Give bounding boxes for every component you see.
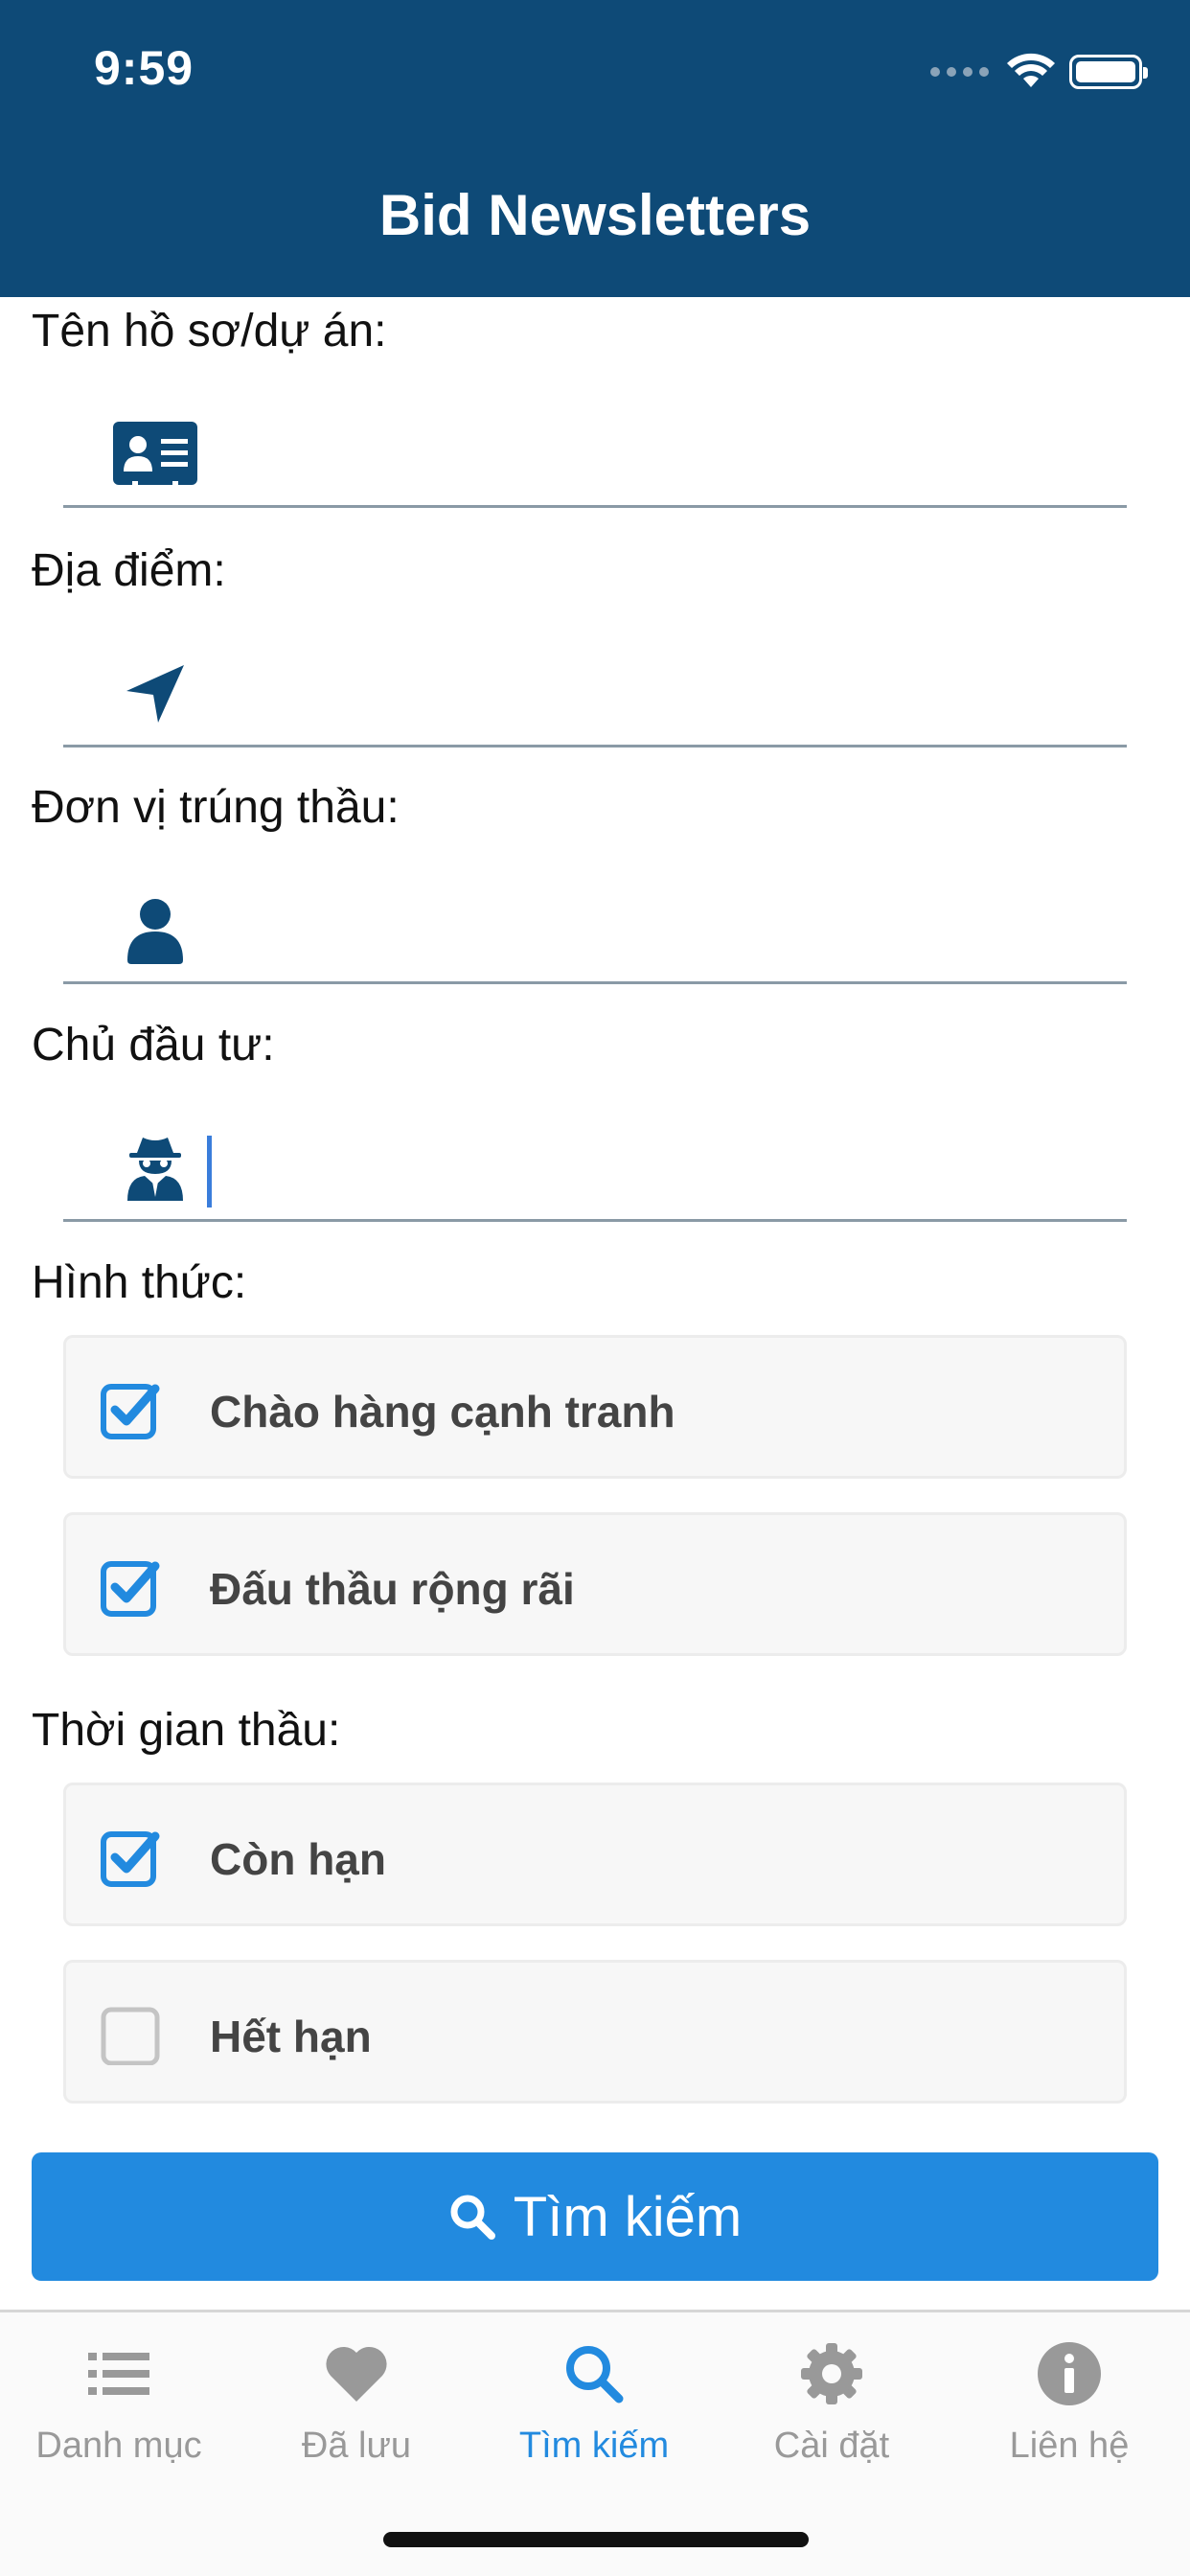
home-indicator[interactable] [383,2532,809,2547]
status-icons [930,53,1148,91]
option-competitive-offer[interactable]: Chào hàng cạnh tranh [63,1335,1127,1479]
id-card-icon [109,418,201,491]
location-label: Địa điểm: [32,545,226,596]
battery-icon [1069,55,1148,89]
header-bar: 9:59 Bid Newsletters [0,0,1190,297]
tab-label: Cài đặt [773,2426,890,2466]
checkbox-checked-icon[interactable] [100,1556,161,1618]
tab-label: Tìm kiếm [518,2426,670,2466]
form-type-label: Hình thức: [32,1257,247,1308]
winner-field[interactable] [63,869,1127,984]
tab-search[interactable]: Tìm kiếm [475,2335,713,2467]
search-button[interactable]: Tìm kiếm [32,2152,1158,2281]
location-input[interactable] [207,661,1108,728]
option-label: Hết hạn [210,2012,372,2061]
heart-icon [238,2335,475,2412]
tab-label: Đã lưu [301,2426,412,2466]
search-icon [475,2335,713,2412]
checkbox-checked-icon[interactable] [100,1379,161,1440]
option-label: Còn hạn [210,1834,386,1884]
search-button-label: Tìm kiếm [513,2185,743,2248]
tab-categories[interactable]: Danh mục [0,2335,238,2467]
app-screen: 9:59 Bid Newsletters Tên hồ sơ/dự án: Đị… [0,0,1190,2576]
project-name-input[interactable] [207,422,1108,489]
option-expired[interactable]: Hết hạn [63,1960,1127,2104]
location-arrow-icon [109,657,201,730]
tab-contact[interactable]: Liên hệ [950,2335,1188,2467]
status-time: 9:59 [94,41,195,95]
project-name-field[interactable] [63,393,1127,508]
tab-saved[interactable]: Đã lưu [238,2335,475,2467]
investor-input[interactable] [217,1136,1108,1203]
investor-label: Chủ đầu tư: [32,1020,275,1070]
tab-label: Liên hệ [1009,2426,1130,2466]
search-icon [450,2195,495,2240]
list-icon [0,2335,238,2412]
tab-settings[interactable]: Cài đặt [713,2335,950,2467]
signal-icon [930,67,989,77]
user-secret-icon [109,1132,201,1205]
text-cursor [207,1136,212,1208]
gear-icon [713,2335,950,2412]
option-label: Đấu thầu rộng rãi [210,1564,575,1614]
user-icon [109,894,201,967]
bid-time-label: Thời gian thầu: [32,1705,341,1756]
page-title: Bid Newsletters [378,183,812,247]
option-still-valid[interactable]: Còn hạn [63,1782,1127,1926]
investor-field[interactable] [63,1107,1127,1222]
checkbox-checked-icon[interactable] [100,1827,161,1888]
winner-label: Đơn vị trúng thầu: [32,782,400,833]
tab-label: Danh mục [35,2426,202,2466]
wifi-icon [1007,53,1055,87]
option-open-bidding[interactable]: Đấu thầu rộng rãi [63,1512,1127,1656]
project-name-label: Tên hồ sơ/dự án: [32,306,387,356]
info-icon [950,2335,1188,2412]
option-label: Chào hàng cạnh tranh [210,1387,675,1437]
location-field[interactable] [63,632,1127,748]
checkbox-unchecked-icon[interactable] [100,2004,161,2065]
winner-input[interactable] [207,898,1108,965]
